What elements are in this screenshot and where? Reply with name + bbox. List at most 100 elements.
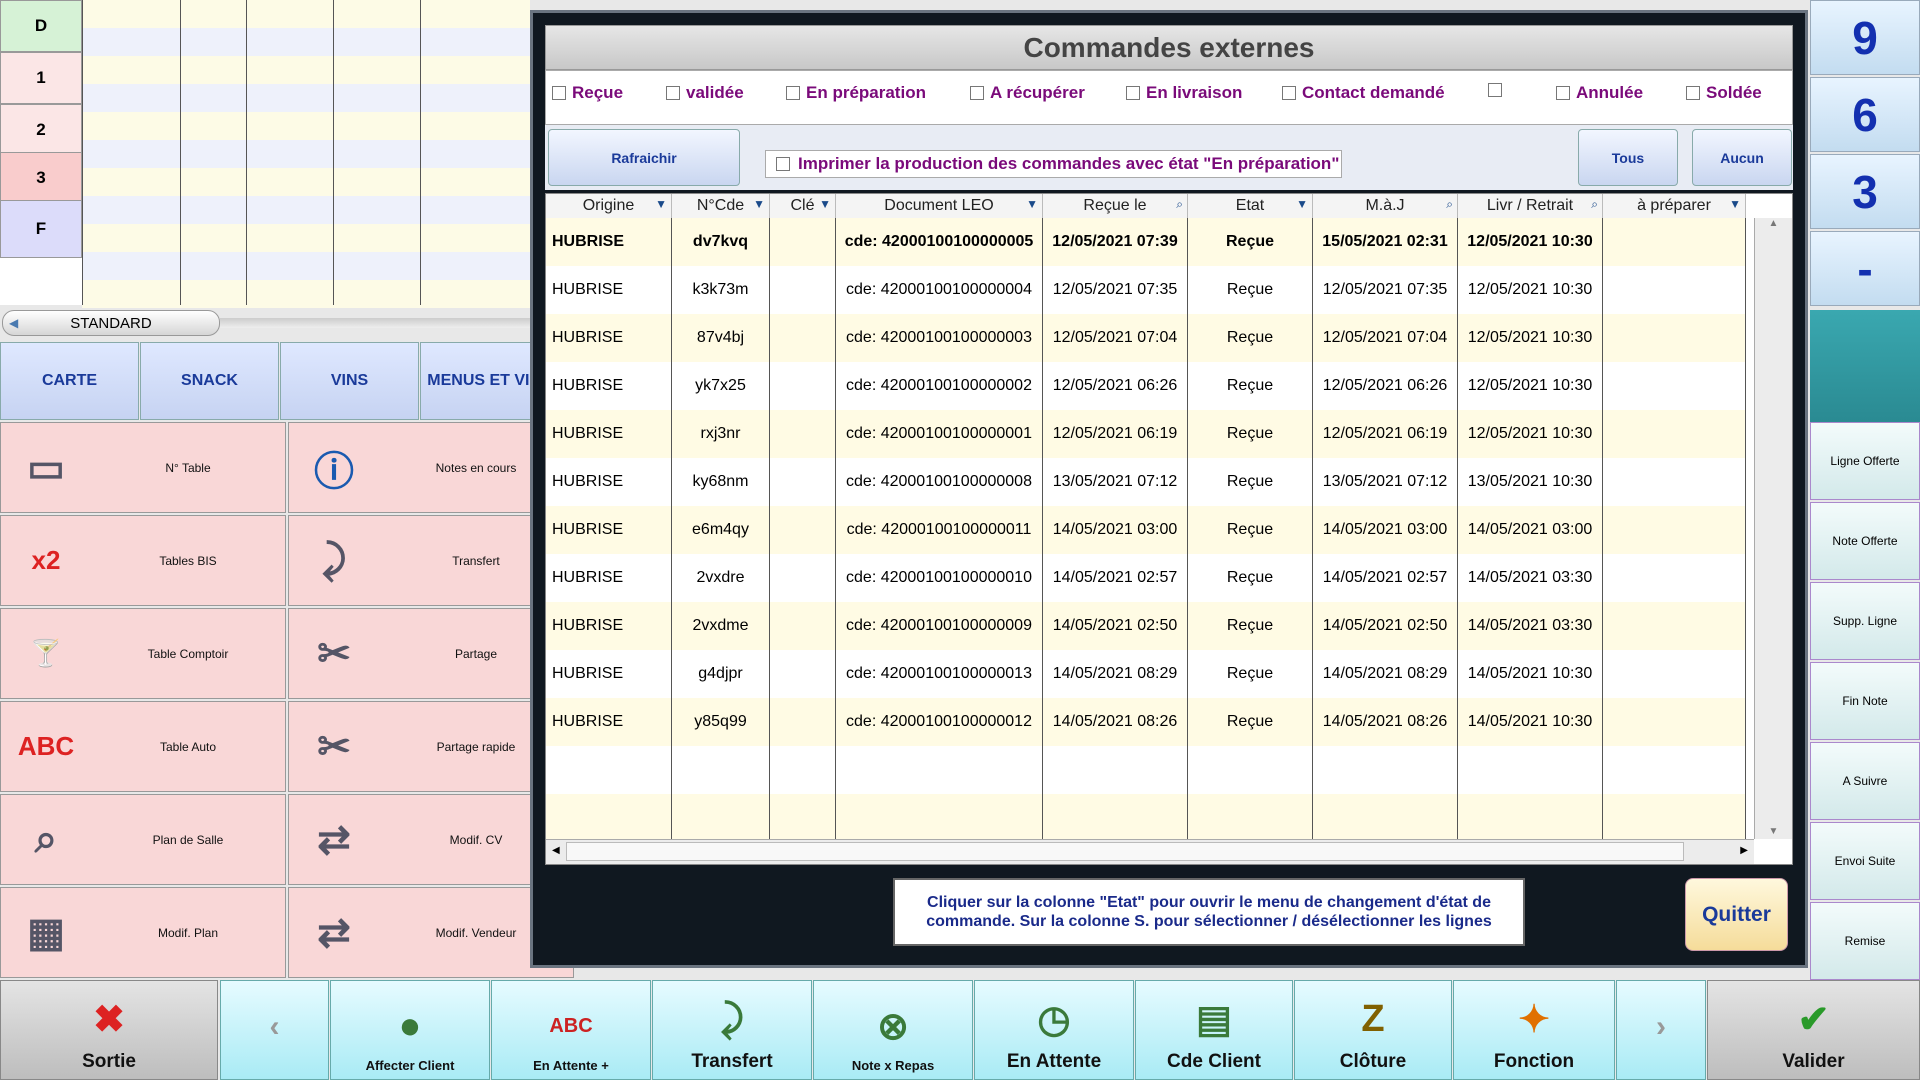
table-cell[interactable]: Reçue — [1188, 362, 1313, 410]
numpad-key[interactable]: 6 — [1810, 77, 1920, 152]
refresh-button[interactable]: Rafraichir — [548, 129, 740, 186]
table-cell[interactable]: Reçue — [1188, 554, 1313, 602]
status-filter-checkbox[interactable] — [1686, 86, 1700, 100]
column-header[interactable]: à préparer ▼ — [1603, 194, 1746, 218]
status-filter[interactable]: Annulée — [1556, 83, 1643, 103]
column-header[interactable]: Clé ▼ — [770, 194, 836, 218]
status-filter-checkbox[interactable] — [1282, 86, 1296, 100]
numpad-key[interactable]: 3 — [1810, 154, 1920, 229]
table-row[interactable]: HUBRISE g4djpr cde: 42000100100000013 14/05… — [546, 650, 1746, 698]
side-action-button[interactable]: Envoi Suite — [1810, 822, 1920, 900]
bottom-user-button[interactable]: ● Affecter Client — [330, 980, 490, 1080]
vertical-scrollbar[interactable]: ▲ ▼ — [1754, 218, 1792, 839]
side-action-button[interactable]: Remise — [1810, 902, 1920, 980]
side-action-button[interactable]: A Suivre — [1810, 742, 1920, 820]
bottom-table-transfer-button[interactable]: ⤸ Transfert — [652, 980, 812, 1080]
filter-icon[interactable]: ▼ — [819, 197, 831, 211]
table-cell[interactable]: Reçue — [1188, 218, 1313, 266]
column-header[interactable]: Reçue le ⌕ — [1043, 194, 1188, 218]
function-button[interactable]: x2 Tables BIS — [0, 515, 286, 606]
status-filter-checkbox[interactable] — [786, 86, 800, 100]
grid-row-label[interactable]: 2 — [0, 104, 82, 156]
filter-icon[interactable]: ▼ — [1729, 197, 1741, 211]
table-row[interactable]: HUBRISE 2vxdme cde: 42000100100000009 14/05… — [546, 602, 1746, 650]
status-filter[interactable]: Reçue — [552, 83, 623, 103]
column-header[interactable]: Document LEO ▼ — [836, 194, 1043, 218]
side-action-button[interactable]: Fin Note — [1810, 662, 1920, 740]
column-header[interactable]: Origine ▼ — [546, 194, 672, 218]
status-filter[interactable]: Soldée — [1686, 83, 1762, 103]
bottom-user-clock-button[interactable]: ◷ En Attente — [974, 980, 1134, 1080]
print-production-checkbox[interactable] — [776, 157, 790, 171]
select-all-button[interactable]: Tous — [1578, 129, 1678, 186]
function-button[interactable]: ⌕ Plan de Salle — [0, 794, 286, 885]
search-icon[interactable]: ⌕ — [1591, 197, 1598, 212]
table-row[interactable]: HUBRISE y85q99 cde: 42000100100000012 14/05… — [546, 698, 1746, 746]
scroll-down-icon[interactable]: ▼ — [1755, 826, 1792, 837]
table-cell[interactable]: Reçue — [1188, 650, 1313, 698]
table-cell[interactable]: Reçue — [1188, 698, 1313, 746]
function-button[interactable]: ▭ N° Table — [0, 422, 286, 513]
numpad-key[interactable]: 9 — [1810, 0, 1920, 75]
table-cell[interactable]: Reçue — [1188, 602, 1313, 650]
table-row[interactable]: HUBRISE yk7x25 cde: 42000100100000002 12/05… — [546, 362, 1746, 410]
function-button[interactable]: 🍸 Table Comptoir — [0, 608, 286, 699]
status-filter-checkbox[interactable] — [1126, 86, 1140, 100]
bottom-user-abc-button[interactable]: ABC En Attente + — [491, 980, 651, 1080]
column-header[interactable]: M.à.J ⌕ — [1313, 194, 1458, 218]
bottom-user-doc-button[interactable]: ▤ Cde Client — [1135, 980, 1293, 1080]
horizontal-scrollbar[interactable]: ◀ ▶ — [546, 839, 1754, 864]
scroll-up-icon[interactable]: ▲ — [1755, 218, 1792, 229]
bottom-function-button[interactable]: ✦ Fonction — [1453, 980, 1615, 1080]
function-button[interactable]: ▦ Modif. Plan — [0, 887, 286, 978]
bottom-close-x-button[interactable]: ✖ Sortie — [0, 980, 218, 1080]
select-none-button[interactable]: Aucun — [1692, 129, 1792, 186]
next-page-button[interactable]: › — [1616, 980, 1706, 1080]
table-row[interactable]: HUBRISE 87v4bj cde: 42000100100000003 12/05… — [546, 314, 1746, 362]
bottom-note-cancel-button[interactable]: ⊗ Note x Repas — [813, 980, 973, 1080]
status-filter[interactable]: Contact demandé — [1282, 83, 1445, 103]
status-filter-checkbox[interactable] — [970, 86, 984, 100]
category-tab[interactable]: SNACK — [140, 342, 279, 420]
grid-row-label[interactable]: 1 — [0, 52, 82, 104]
side-action-button[interactable]: Note Offerte — [1810, 502, 1920, 580]
status-filter[interactable] — [1488, 83, 1508, 97]
prev-page-button[interactable]: ‹ — [220, 980, 329, 1080]
side-action-button[interactable]: Supp. Ligne — [1810, 582, 1920, 660]
status-filter-checkbox[interactable] — [666, 86, 680, 100]
table-row[interactable]: HUBRISE k3k73m cde: 42000100100000004 12/05… — [546, 266, 1746, 314]
table-row[interactable]: HUBRISE ky68nm cde: 42000100100000008 13/05… — [546, 458, 1746, 506]
function-button[interactable]: ABC Table Auto — [0, 701, 286, 792]
grid-row-label[interactable]: D — [0, 0, 82, 52]
status-filter[interactable]: A récupérer — [970, 83, 1085, 103]
status-filter[interactable]: validée — [666, 83, 744, 103]
category-tab[interactable]: CARTE — [0, 342, 139, 420]
column-header[interactable]: Etat ▼ — [1188, 194, 1313, 218]
status-filter-checkbox[interactable] — [1488, 83, 1502, 97]
search-icon[interactable]: ⌕ — [1176, 197, 1183, 212]
column-header[interactable]: N°Cde ▼ — [672, 194, 770, 218]
filter-icon[interactable]: ▼ — [1296, 197, 1308, 211]
bottom-cloture-button[interactable]: Z Clôture — [1294, 980, 1452, 1080]
side-action-button[interactable]: Ligne Offerte — [1810, 422, 1920, 500]
status-filter-checkbox[interactable] — [552, 86, 566, 100]
table-cell[interactable]: Reçue — [1188, 314, 1313, 362]
status-filter-checkbox[interactable] — [1556, 86, 1570, 100]
table-cell[interactable]: Reçue — [1188, 410, 1313, 458]
filter-icon[interactable]: ▼ — [753, 197, 765, 211]
status-filter[interactable]: En préparation — [786, 83, 926, 103]
search-icon[interactable]: ⌕ — [1446, 197, 1453, 212]
table-row[interactable]: HUBRISE dv7kvq cde: 42000100100000005 12/05… — [546, 218, 1746, 266]
scroll-right-icon[interactable]: ▶ — [1740, 845, 1748, 856]
category-tab[interactable]: VINS — [280, 342, 419, 420]
table-row[interactable]: HUBRISE 2vxdre cde: 42000100100000010 14/05… — [546, 554, 1746, 602]
grid-row-label[interactable]: 3 — [0, 152, 82, 204]
print-production-option[interactable]: Imprimer la production des commandes ave… — [765, 150, 1342, 178]
filter-icon[interactable]: ▼ — [655, 197, 667, 211]
scroll-left-icon[interactable]: ◀ — [552, 845, 560, 856]
standard-selector[interactable]: ◀ STANDARD — [2, 310, 220, 336]
column-header[interactable]: Livr / Retrait ⌕ — [1458, 194, 1603, 218]
quit-button[interactable]: Quitter — [1685, 878, 1788, 951]
filter-icon[interactable]: ▼ — [1026, 197, 1038, 211]
numpad-key[interactable]: - — [1810, 231, 1920, 306]
